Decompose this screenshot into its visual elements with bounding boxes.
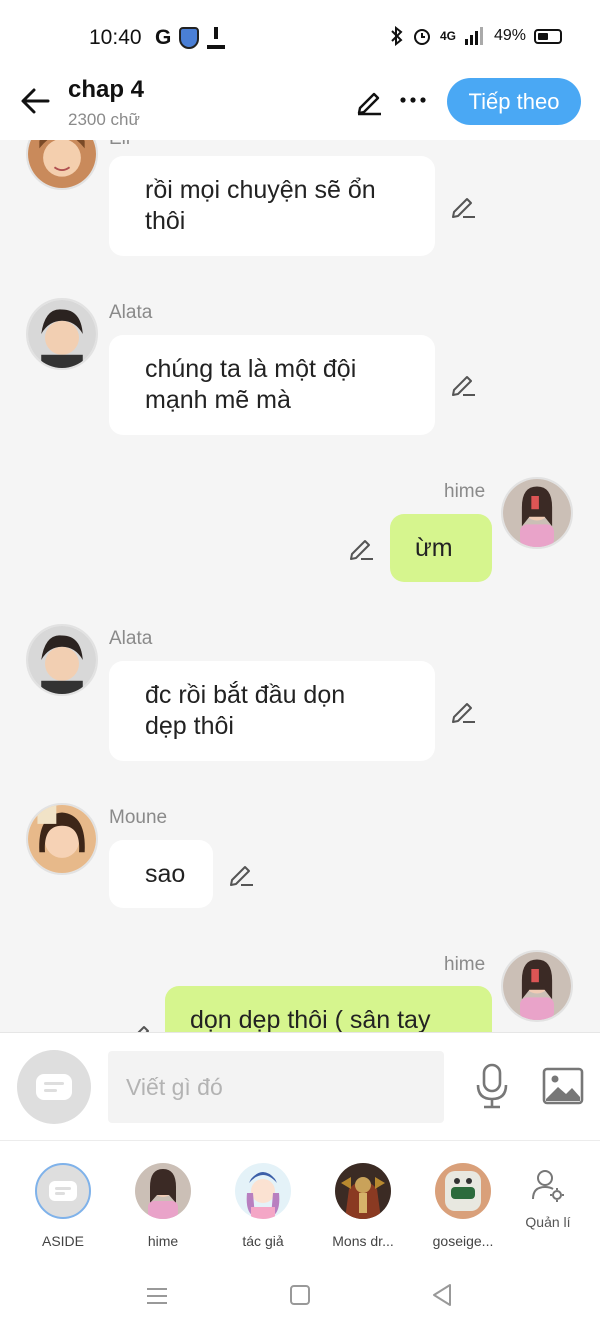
character-label: hime — [147, 1233, 179, 1249]
alarm-icon — [413, 29, 430, 45]
message-bubble[interactable]: sao — [109, 840, 213, 908]
character-hime[interactable]: hime — [118, 1163, 208, 1249]
character-mons[interactable]: Mons dr... — [318, 1163, 408, 1249]
avatar — [435, 1163, 491, 1219]
avatar[interactable] — [501, 477, 573, 549]
author-name: Eli — [109, 140, 130, 150]
character-label: tác giả — [242, 1233, 284, 1249]
status-time: 10:40 — [89, 26, 142, 49]
avatar — [235, 1163, 291, 1219]
home-icon[interactable] — [290, 1285, 310, 1305]
avatar[interactable] — [26, 803, 98, 875]
message-bubble[interactable]: rồi mọi chuyện sẽ ổn thôi — [109, 156, 435, 256]
edit-message-icon[interactable] — [126, 1020, 154, 1032]
message-text-line: sao — [145, 860, 186, 888]
message-text-line: thôi — [145, 207, 186, 235]
bluetooth-icon — [391, 26, 403, 46]
battery-icon — [534, 28, 562, 44]
edit-icon[interactable] — [354, 86, 384, 116]
system-nav-bar — [0, 1265, 600, 1333]
user-settings-icon — [532, 1170, 564, 1202]
message-bubble[interactable]: chúng ta là một đội mạnh mẽ mà — [109, 335, 435, 435]
word-count: 2300 chữ — [68, 110, 140, 129]
character-author[interactable]: tác giả — [218, 1163, 308, 1249]
avatar[interactable] — [26, 624, 98, 696]
message-text-line: chúng ta là một đội — [145, 355, 357, 383]
avatar[interactable] — [26, 140, 98, 190]
aside-avatar — [35, 1163, 91, 1219]
author-name: Alata — [109, 628, 153, 649]
manage-label: Quản lí — [525, 1214, 571, 1230]
microphone-icon[interactable] — [474, 1063, 510, 1109]
chapter-header: chap 4 2300 chữ Tiếp theo — [0, 68, 600, 140]
message-text-line: mạnh mẽ mà — [145, 386, 291, 414]
avatar[interactable] — [26, 298, 98, 370]
status-system-icons: 4G 49% — [390, 26, 562, 46]
signal-icon — [464, 27, 483, 45]
edit-message-icon[interactable] — [449, 370, 477, 398]
manage-button[interactable]: Quản lí — [516, 1167, 580, 1230]
battery-percent: 49% — [493, 27, 526, 44]
next-button[interactable]: Tiếp theo — [447, 78, 581, 125]
message-bubble[interactable]: dọn dẹp thôi ( sân tay — [165, 986, 492, 1032]
author-name: Moune — [109, 807, 168, 828]
character-aside[interactable]: ASIDE — [18, 1163, 108, 1249]
more-options-icon[interactable] — [398, 88, 428, 112]
aside-toggle-button[interactable] — [17, 1050, 91, 1124]
recent-apps-icon[interactable] — [146, 1287, 168, 1305]
image-icon[interactable] — [542, 1067, 584, 1105]
message-bubble[interactable]: đc rồi bắt đầu dọn dẹp thôi — [109, 661, 435, 761]
g-app-icon: G — [155, 26, 172, 49]
message-bubble[interactable]: ừm — [390, 514, 492, 582]
edit-message-icon[interactable] — [227, 860, 255, 888]
shield-icon — [179, 27, 200, 49]
character-label: ASIDE — [41, 1233, 84, 1249]
message-icon — [49, 1181, 77, 1201]
message-text-line: dẹp thôi — [145, 712, 234, 740]
message-text-line: rồi mọi chuyện sẽ ổn — [145, 176, 376, 204]
edit-message-icon[interactable] — [347, 534, 375, 562]
message-input[interactable] — [108, 1051, 444, 1123]
chat-area[interactable]: Eli rồi mọi chuyện sẽ ổn thôi Alata chún… — [0, 140, 600, 1032]
character-bar: ASIDE hime tác giả Mons dr... goseige...… — [0, 1140, 600, 1265]
character-goseige[interactable]: goseige... — [418, 1163, 508, 1249]
edit-message-icon[interactable] — [449, 697, 477, 725]
message-text-line: đc rồi bắt đầu dọn — [145, 681, 346, 709]
broom-icon — [207, 27, 226, 49]
message-icon — [36, 1074, 72, 1100]
status-notification-icons: G — [155, 26, 226, 50]
back-arrow-icon[interactable] — [18, 84, 52, 118]
message-text-line: dọn dẹp thôi ( sân tay — [190, 1006, 431, 1032]
network-label: 4G — [439, 29, 456, 43]
message-text-line: ừm — [415, 534, 453, 562]
avatar[interactable] — [501, 950, 573, 1022]
character-label: Mons dr... — [332, 1233, 394, 1249]
status-bar: 10:40 G 4G 49% — [0, 0, 600, 76]
author-name: hime — [444, 481, 486, 502]
message-composer — [0, 1032, 600, 1140]
edit-message-icon[interactable] — [449, 192, 477, 220]
author-name: Alata — [109, 302, 153, 323]
avatar — [135, 1163, 191, 1219]
author-name: hime — [444, 954, 486, 975]
character-label: goseige... — [432, 1233, 494, 1249]
avatar — [335, 1163, 391, 1219]
nav-back-icon[interactable] — [430, 1283, 454, 1307]
chapter-title: chap 4 — [68, 76, 145, 103]
